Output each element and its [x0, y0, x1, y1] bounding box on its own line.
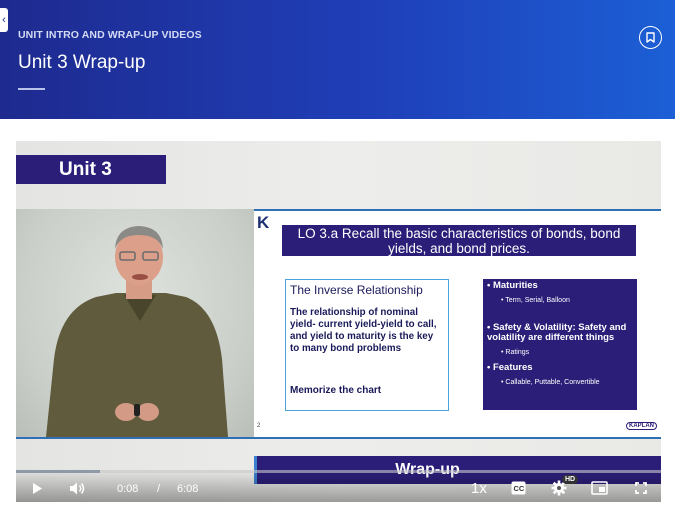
memorize-note: Memorize the chart: [290, 385, 382, 396]
time-separator: /: [157, 483, 161, 495]
presenter-image: [46, 226, 228, 437]
inverse-title: The Inverse Relationship: [290, 283, 423, 297]
playback-speed-button[interactable]: 1x: [471, 480, 487, 497]
video-player[interactable]: Unit 3 K LO 3.a Recall the basic charact…: [16, 141, 661, 502]
kaplan-logo: KAPLAN: [626, 422, 657, 430]
current-time: 0:08: [117, 483, 139, 495]
bullet-features: • Features: [487, 362, 533, 373]
presenter-video: [16, 209, 254, 437]
inverse-relationship-box: The Inverse Relationship The relationshi…: [285, 279, 449, 411]
volume-icon[interactable]: [69, 481, 86, 496]
characteristics-box: • Maturities • Term, Serial, Balloon • S…: [483, 279, 637, 410]
slide-number: 2: [257, 423, 261, 429]
page-title: Unit 3 Wrap-up: [18, 52, 146, 73]
progress-bar[interactable]: [16, 470, 661, 473]
bullet-safety: • Safety & Volatility: Safety and volati…: [487, 322, 627, 343]
bullet-sub-text: Term, Serial, Balloon: [505, 297, 570, 304]
unit-banner: Unit 3: [16, 155, 166, 184]
fullscreen-icon[interactable]: [635, 482, 647, 494]
kaplan-k-logo: K: [257, 213, 270, 232]
section-label: UNIT INTRO AND WRAP-UP VIDEOS: [18, 29, 202, 41]
bullet-label: Features: [492, 362, 533, 373]
bullet-sub: • Ratings: [501, 349, 530, 356]
bullet-sub: • Callable, Puttable, Convertible: [501, 379, 600, 386]
chevron-left-icon: ‹: [2, 14, 6, 26]
bullet-sub: • Term, Serial, Balloon: [501, 297, 570, 304]
bookmark-icon: [646, 32, 655, 43]
bullet-sub-text: Ratings: [505, 349, 530, 356]
bullet-sub-text: Callable, Puttable, Convertible: [505, 379, 600, 386]
inverse-body: The relationship of nominal yield- curre…: [290, 307, 437, 354]
pip-icon[interactable]: [591, 481, 608, 495]
title-divider: [18, 88, 45, 90]
bullet-label: Safety & Volatility: Safety and volatili…: [487, 322, 627, 343]
bullet-maturities: • Maturities: [487, 280, 538, 291]
captions-icon[interactable]: CC: [511, 481, 526, 495]
learning-objective-title: LO 3.a Recall the basic characteristics …: [282, 225, 636, 256]
bookmark-button[interactable]: [639, 26, 662, 49]
bullet-label: Maturities: [492, 280, 538, 291]
duration: 6:08: [177, 483, 199, 495]
svg-text:CC: CC: [514, 484, 525, 493]
hd-badge: HD: [562, 475, 579, 484]
play-icon[interactable]: [32, 482, 43, 495]
progress-fill: [16, 470, 100, 473]
slide-divider: [16, 437, 661, 439]
lecture-slide: K LO 3.a Recall the basic characteristic…: [254, 209, 661, 437]
course-header: ‹ UNIT INTRO AND WRAP-UP VIDEOS Unit 3 W…: [0, 0, 675, 119]
back-button[interactable]: ‹: [0, 8, 8, 32]
